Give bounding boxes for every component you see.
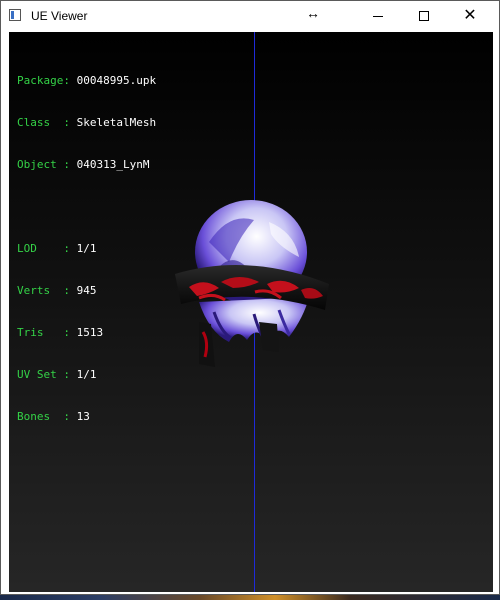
info-row-package: Package: 00048995.upk	[17, 74, 157, 87]
close-button[interactable]: ✕	[447, 1, 493, 31]
info-row-object: Object : 040313_LynM	[17, 158, 150, 171]
ue-viewer-window: UE Viewer ↔ ✕ Package: 00048995.upk Clas…	[0, 0, 500, 595]
info-row-uvset: UV Set : 1/1	[17, 368, 97, 381]
info-row-class: Class : SkeletalMesh	[17, 116, 157, 129]
minimize-icon	[373, 15, 383, 17]
skeletal-mesh-render	[175, 200, 329, 367]
maximize-button[interactable]	[401, 1, 447, 31]
info-row-tris: Tris : 1513	[17, 326, 104, 339]
mesh-info-overlay: Package: 00048995.upk Class : SkeletalMe…	[17, 46, 156, 452]
info-row-verts: Verts : 945	[17, 284, 97, 297]
info-row-lod: LOD : 1/1	[17, 242, 97, 255]
app-icon[interactable]	[9, 9, 21, 21]
minimize-button[interactable]	[355, 1, 401, 31]
maximize-icon	[419, 11, 429, 21]
3d-viewport[interactable]: Package: 00048995.upk Class : SkeletalMe…	[9, 32, 493, 592]
info-row-bones: Bones : 13	[17, 410, 90, 423]
window-title: UE Viewer	[31, 9, 88, 23]
close-icon: ✕	[463, 7, 477, 24]
title-bar[interactable]: UE Viewer ↔ ✕	[1, 1, 499, 31]
resize-cursor-icon: ↔	[306, 5, 320, 21]
